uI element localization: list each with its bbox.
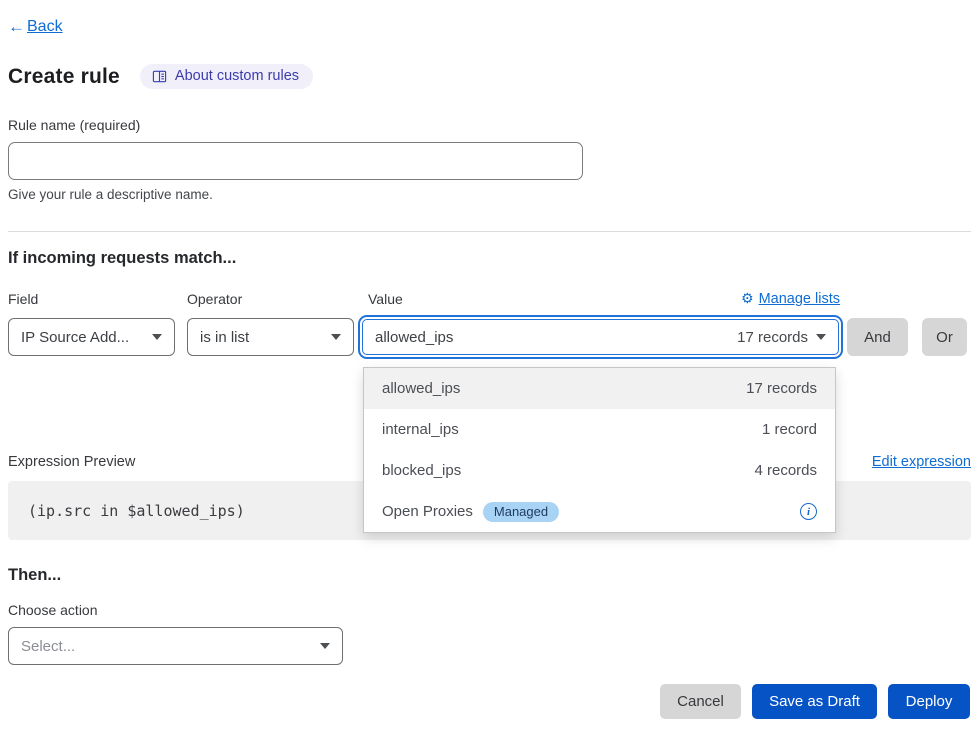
then-section-heading: Then... xyxy=(8,566,61,585)
about-custom-rules-link[interactable]: About custom rules xyxy=(140,64,313,89)
and-button[interactable]: And xyxy=(847,318,908,356)
action-select[interactable]: Select... xyxy=(8,627,343,665)
about-custom-rules-label: About custom rules xyxy=(175,68,299,84)
rule-name-helper: Give your rule a descriptive name. xyxy=(8,187,213,202)
title-row: Create rule About custom rules xyxy=(8,64,313,89)
back-link-label[interactable]: Back xyxy=(27,18,63,36)
action-select-placeholder: Select... xyxy=(21,638,75,655)
chevron-down-icon xyxy=(152,334,162,340)
choose-action-label: Choose action xyxy=(8,602,98,618)
rule-name-label: Rule name (required) xyxy=(8,117,140,133)
manage-lists-link[interactable]: ⚙ Manage lists xyxy=(741,290,840,307)
info-icon[interactable]: i xyxy=(800,503,817,520)
deploy-button[interactable]: Deploy xyxy=(888,684,970,719)
operator-select-value: is in list xyxy=(200,329,249,346)
field-label: Field xyxy=(8,291,38,307)
list-item-records: 17 records xyxy=(746,380,817,397)
rule-name-input[interactable] xyxy=(8,142,583,180)
managed-badge: Managed xyxy=(483,502,559,522)
chevron-down-icon xyxy=(320,643,330,649)
chevron-down-icon xyxy=(816,334,826,340)
list-item-blocked-ips[interactable]: blocked_ips 4 records xyxy=(364,450,835,491)
list-item-name: allowed_ips xyxy=(382,380,460,397)
value-select-value: allowed_ips xyxy=(375,329,453,346)
match-section-heading: If incoming requests match... xyxy=(8,249,236,268)
field-select-value: IP Source Add... xyxy=(21,329,129,346)
expression-preview-label: Expression Preview xyxy=(8,454,135,470)
back-arrow-icon: ← xyxy=(8,17,25,37)
or-button[interactable]: Or xyxy=(922,318,967,356)
value-label: Value xyxy=(368,291,403,307)
list-item-internal-ips[interactable]: internal_ips 1 record xyxy=(364,409,835,450)
expression-code: (ip.src in $allowed_ips) xyxy=(28,502,245,520)
list-item-open-proxies[interactable]: Open Proxies Managed i xyxy=(364,491,835,532)
cancel-button[interactable]: Cancel xyxy=(660,684,741,719)
value-dropdown-panel: allowed_ips 17 records internal_ips 1 re… xyxy=(363,367,836,533)
field-select[interactable]: IP Source Add... xyxy=(8,318,175,356)
list-item-name: Open Proxies xyxy=(382,503,473,520)
value-select[interactable]: allowed_ips 17 records xyxy=(358,315,843,359)
list-item-name: internal_ips xyxy=(382,421,459,438)
edit-expression-link[interactable]: Edit expression xyxy=(872,454,971,470)
manage-lists-label[interactable]: Manage lists xyxy=(759,291,840,307)
operator-select[interactable]: is in list xyxy=(187,318,354,356)
chevron-down-icon xyxy=(331,334,341,340)
back-link[interactable]: ←Back xyxy=(8,17,63,37)
page-title: Create rule xyxy=(8,65,120,89)
create-rule-page: ←Back Create rule About custom rules Rul… xyxy=(0,0,979,739)
list-item-records: 1 record xyxy=(762,421,817,438)
gear-icon: ⚙ xyxy=(741,290,754,307)
list-item-name: blocked_ips xyxy=(382,462,461,479)
book-icon xyxy=(152,69,167,84)
operator-label: Operator xyxy=(187,291,242,307)
value-select-inner: allowed_ips 17 records xyxy=(362,319,839,355)
list-item-allowed-ips[interactable]: allowed_ips 17 records xyxy=(364,368,835,409)
save-as-draft-button[interactable]: Save as Draft xyxy=(752,684,877,719)
list-item-records: 4 records xyxy=(754,462,817,479)
value-select-records: 17 records xyxy=(737,329,808,346)
section-divider xyxy=(8,231,971,232)
